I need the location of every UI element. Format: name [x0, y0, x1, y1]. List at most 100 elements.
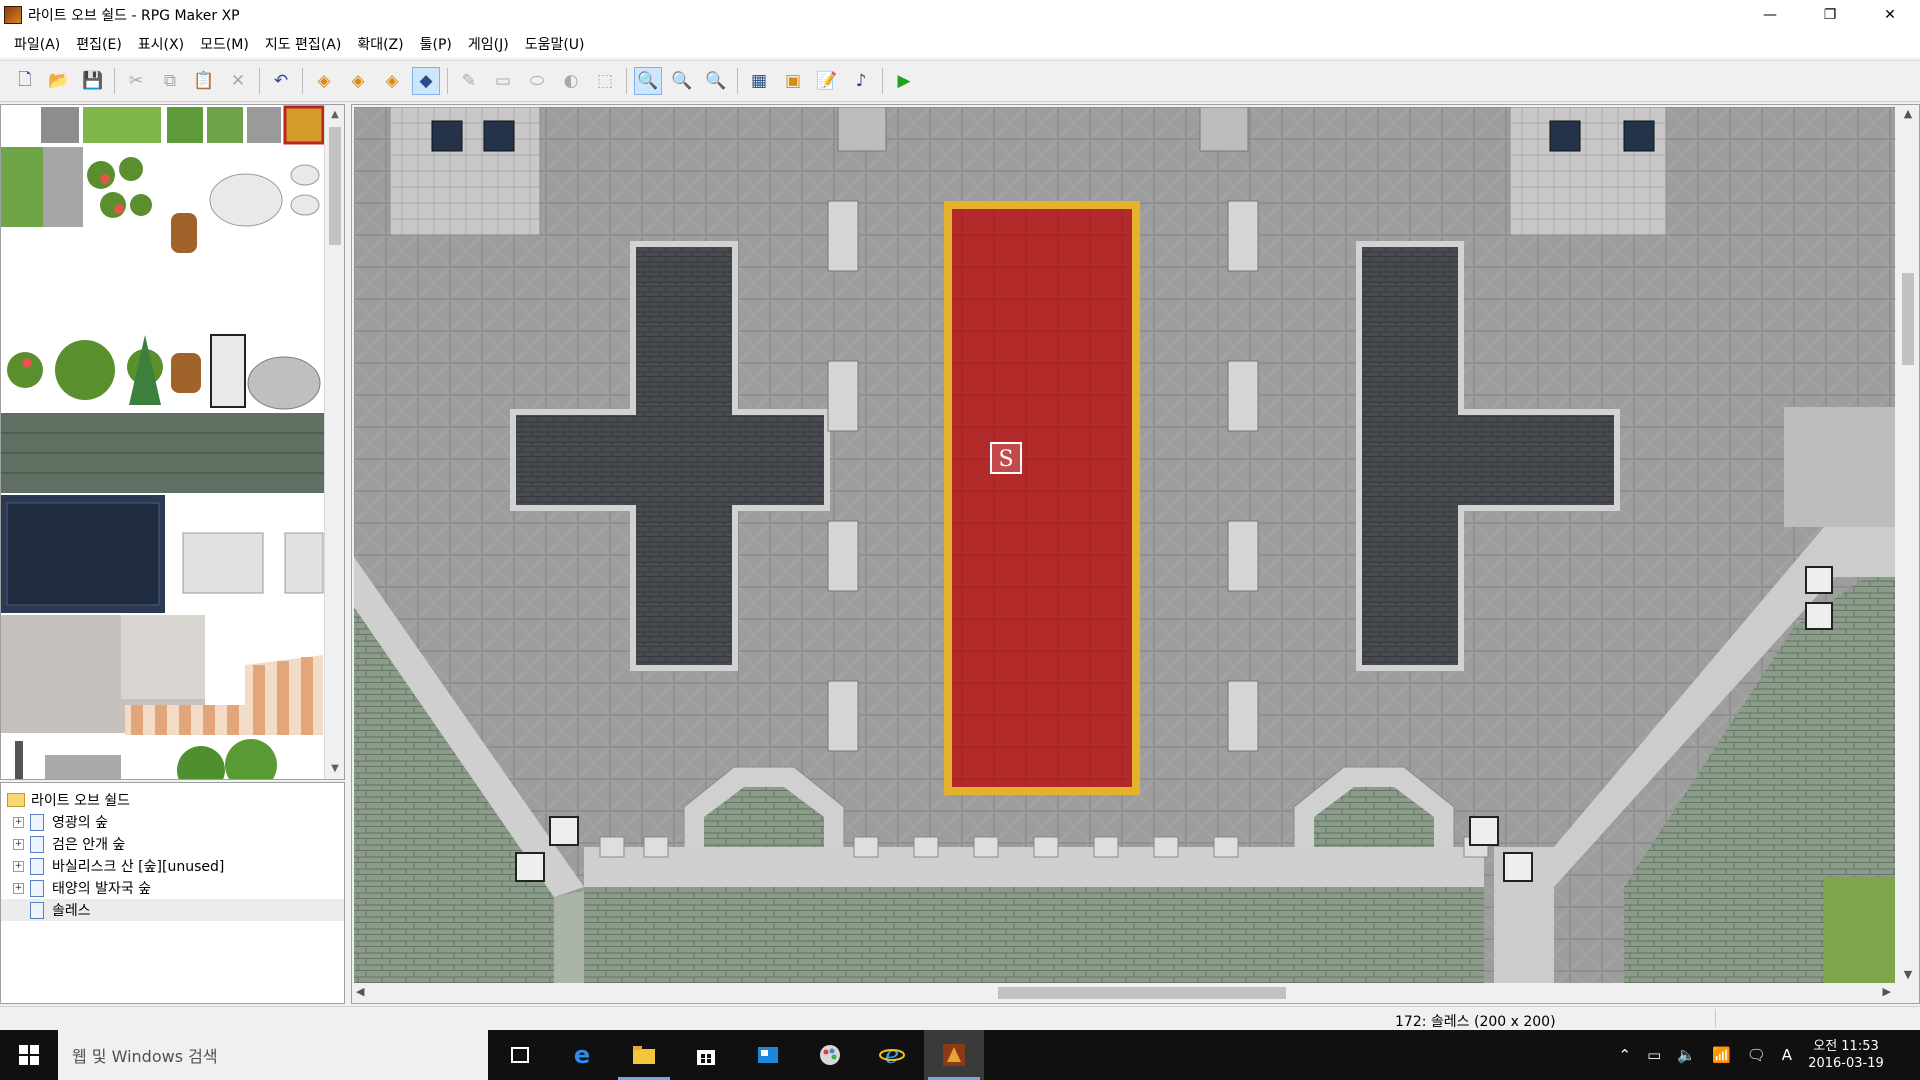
toolbar-separator — [302, 68, 303, 94]
map-tree[interactable]: 라이트 오브 쉴드 + 영광의 숲 + 검은 안개 숲 + 바실리스크 산 [숲… — [0, 782, 345, 1004]
photos-app-icon[interactable] — [738, 1030, 798, 1080]
network-icon[interactable]: 📶 — [1712, 1046, 1731, 1064]
menu-game[interactable]: 게임(J) — [460, 34, 517, 54]
rectangle-icon[interactable]: ▭ — [489, 67, 517, 95]
scroll-right-icon[interactable]: ▶ — [1883, 985, 1891, 998]
layer3-icon[interactable]: ◈ — [378, 67, 406, 95]
tree-root[interactable]: 라이트 오브 쉴드 — [1, 789, 344, 811]
zoom-1-icon[interactable]: 🔍 — [634, 67, 662, 95]
map-icon — [30, 835, 44, 853]
ime-indicator[interactable]: A — [1782, 1046, 1792, 1064]
database-icon[interactable]: ▦ — [745, 67, 773, 95]
status-bar: 172: 솔레스 (200 x 200) — [0, 1006, 1920, 1030]
minimize-button[interactable]: — — [1740, 0, 1800, 30]
toolbar-separator — [882, 68, 883, 94]
resource-icon[interactable]: ▣ — [779, 67, 807, 95]
system-tray: ⌃ ▭ 🔈 📶 🗨 A 오전 11:53 2016-03-19 — [1611, 1030, 1920, 1080]
expand-icon[interactable]: + — [13, 860, 24, 872]
scroll-thumb[interactable] — [1902, 273, 1914, 365]
scroll-up-icon[interactable]: ▲ — [325, 105, 344, 125]
ellipse-icon[interactable]: ⬭ — [523, 67, 551, 95]
script-icon[interactable]: 📝 — [813, 67, 841, 95]
file-explorer-icon[interactable] — [614, 1030, 674, 1080]
close-button[interactable]: ✕ — [1860, 0, 1920, 30]
tileset-panel[interactable]: ▲ ▼ — [0, 104, 345, 780]
menu-edit[interactable]: 편집(E) — [68, 34, 130, 54]
tree-item[interactable]: + 영광의 숲 — [1, 811, 344, 833]
clock[interactable]: 오전 11:53 2016-03-19 — [1800, 1038, 1892, 1072]
battery-icon[interactable]: ▭ — [1647, 1046, 1661, 1064]
tileset-scrollbar[interactable]: ▲ ▼ — [324, 105, 344, 779]
cut-icon[interactable]: ✂ — [122, 67, 150, 95]
taskbar-search[interactable]: 웹 및 Windows 검색 — [58, 1030, 488, 1080]
play-test-icon[interactable]: ▶ — [890, 67, 918, 95]
toolbar-separator — [114, 68, 115, 94]
menu-tools[interactable]: 툴(P) — [412, 34, 460, 54]
layer1-icon[interactable]: ◈ — [310, 67, 338, 95]
zoom-2-icon[interactable]: 🔍 — [668, 67, 696, 95]
open-project-icon[interactable]: 📂 — [45, 67, 73, 95]
clock-date: 2016-03-19 — [1808, 1056, 1884, 1071]
menu-file[interactable]: 파일(A) — [6, 34, 68, 54]
map-icon — [30, 901, 44, 919]
toolbar-separator — [259, 68, 260, 94]
scroll-down-icon[interactable]: ▼ — [1897, 968, 1919, 981]
edge-icon[interactable]: e — [552, 1030, 612, 1080]
zoom-4-icon[interactable]: 🔍 — [702, 67, 730, 95]
select-icon[interactable]: ⬚ — [591, 67, 619, 95]
save-icon[interactable]: 💾 — [79, 67, 107, 95]
pencil-icon[interactable]: ✎ — [455, 67, 483, 95]
menu-zoom[interactable]: 확대(Z) — [349, 34, 411, 54]
expand-icon[interactable]: + — [13, 882, 24, 894]
expand-icon[interactable]: + — [13, 816, 24, 828]
taskbar: 웹 및 Windows 검색 e e ⌃ ▭ 🔈 📶 🗨 A 오전 11:53 … — [0, 1030, 1920, 1080]
tree-item-label: 태양의 발자국 숲 — [52, 881, 152, 897]
notification-icon[interactable]: 🗨 — [1747, 1046, 1766, 1064]
internet-explorer-icon[interactable]: e — [862, 1030, 922, 1080]
svg-text:e: e — [885, 1042, 899, 1068]
menu-map-edit[interactable]: 지도 편집(A) — [257, 34, 349, 54]
scroll-down-icon[interactable]: ▼ — [325, 759, 344, 779]
tree-item[interactable]: + 태양의 발자국 숲 — [1, 877, 344, 899]
svg-text:e: e — [574, 1042, 590, 1068]
map-icon — [30, 879, 44, 897]
undo-icon[interactable]: ↶ — [267, 67, 295, 95]
scroll-thumb[interactable] — [998, 987, 1286, 999]
scroll-thumb[interactable] — [329, 127, 341, 245]
new-project-icon[interactable]: 🗋 — [11, 67, 39, 95]
sound-test-icon[interactable]: ♪ — [847, 67, 875, 95]
map-vertical-scrollbar[interactable]: ▲ ▼ — [1897, 105, 1919, 983]
scroll-up-icon[interactable]: ▲ — [1897, 107, 1919, 120]
tileset-image[interactable] — [1, 105, 325, 780]
store-icon[interactable] — [676, 1030, 736, 1080]
paste-icon[interactable]: 📋 — [190, 67, 218, 95]
chevron-up-icon[interactable]: ⌃ — [1619, 1046, 1632, 1064]
scroll-left-icon[interactable]: ◀ — [356, 985, 364, 998]
map-image[interactable]: S — [354, 107, 1895, 983]
menu-view[interactable]: 표시(X) — [130, 34, 192, 54]
tree-item-selected[interactable]: 솔레스 — [1, 899, 344, 921]
rpg-maker-task-icon[interactable] — [924, 1030, 984, 1080]
tree-item[interactable]: + 바실리스크 산 [숲][unused] — [1, 855, 344, 877]
volume-icon[interactable]: 🔈 — [1677, 1046, 1696, 1064]
task-view-icon[interactable] — [490, 1030, 550, 1080]
map-icon — [30, 857, 44, 875]
tree-root-label: 라이트 오브 쉴드 — [31, 793, 131, 809]
event-layer-icon[interactable]: ◆ — [412, 67, 440, 95]
search-placeholder: 웹 및 Windows 검색 — [72, 1047, 218, 1066]
map-canvas[interactable]: S — [354, 107, 1895, 983]
menu-mode[interactable]: 모드(M) — [192, 34, 257, 54]
start-button[interactable] — [0, 1030, 58, 1080]
tree-item[interactable]: + 검은 안개 숲 — [1, 833, 344, 855]
paint-app-icon[interactable] — [800, 1030, 860, 1080]
expand-icon[interactable]: + — [13, 838, 24, 850]
map-info: 172: 솔레스 (200 x 200) — [1395, 1014, 1556, 1030]
tree-item-label: 영광의 숲 — [52, 815, 108, 831]
map-horizontal-scrollbar[interactable]: ◀ ▶ — [352, 983, 1897, 1003]
fill-icon[interactable]: ◐ — [557, 67, 585, 95]
delete-icon[interactable]: ✕ — [224, 67, 252, 95]
layer2-icon[interactable]: ◈ — [344, 67, 372, 95]
menu-help[interactable]: 도움말(U) — [517, 34, 593, 54]
maximize-button[interactable]: ❐ — [1800, 0, 1860, 30]
copy-icon[interactable]: ⧉ — [156, 67, 184, 95]
